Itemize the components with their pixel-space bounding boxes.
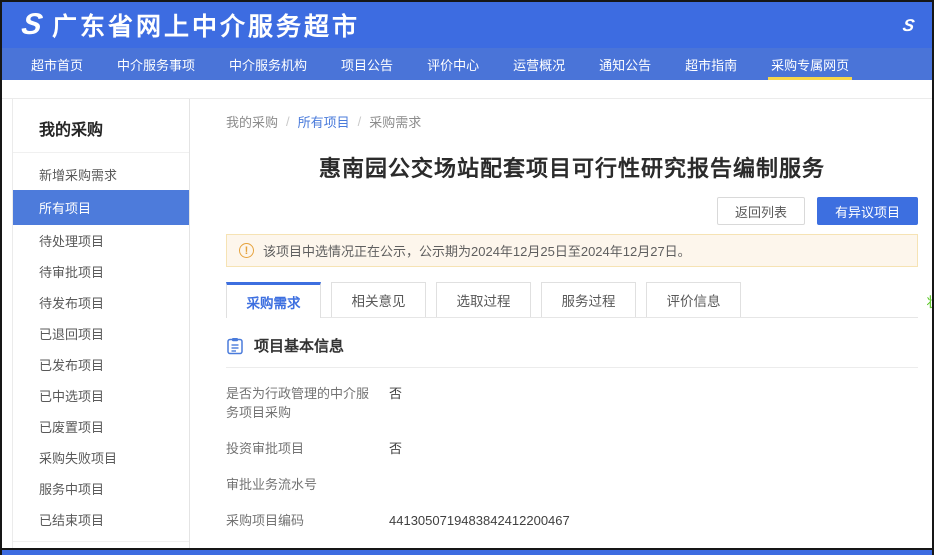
back-to-list-button[interactable]: 返回列表 — [717, 197, 805, 225]
sidebar-section-my-procurement: 我的采购 — [13, 103, 189, 153]
brand[interactable]: S 广东省网上中介服务超市 — [22, 7, 360, 43]
field-value: 否 — [389, 384, 402, 422]
breadcrumb: 我的采购 / 所有项目 / 采购需求 — [226, 112, 918, 131]
sidebar-item-finished[interactable]: 已结束项目 — [13, 504, 189, 535]
nav-item-procurement-page[interactable]: 采购专属网页 — [754, 48, 866, 80]
nav-item-operation-overview[interactable]: 运营概况 — [496, 48, 582, 80]
nav-item-guide[interactable]: 超市指南 — [668, 48, 754, 80]
top-header: S 广东省网上中介服务超市 S — [2, 2, 932, 48]
tab-related-opinions[interactable]: 相关意见 — [331, 282, 426, 317]
section-title: 项目基本信息 — [254, 335, 344, 356]
sidebar-item-pending[interactable]: 待处理项目 — [13, 225, 189, 256]
action-buttons: 返回列表 有异议项目 — [226, 197, 918, 225]
brand-logo-icon-small: S — [901, 17, 913, 34]
tab-bar: 采购需求 相关意见 选取过程 服务过程 评价信息 状 — [226, 282, 918, 318]
main-content: 我的采购 / 所有项目 / 采购需求 惠南园公交场站配套项目可行性研究报告编制服… — [190, 99, 932, 548]
main-nav: 超市首页 中介服务事项 中介服务机构 项目公告 评价中心 运营概况 通知公告 超… — [2, 48, 932, 80]
sidebar-list-procurement: 新增采购需求 所有项目 待处理项目 待审批项目 待发布项目 已退回项目 已发布项… — [13, 153, 189, 541]
field-row-investment-approval: 投资审批项目 否 — [226, 439, 918, 458]
field-label: 是否为行政管理的中介服务项目采购 — [226, 384, 381, 422]
sidebar-item-discarded[interactable]: 已废置项目 — [13, 411, 189, 442]
field-value: 4413050719483842412200467 — [389, 511, 570, 530]
page-title: 惠南园公交场站配套项目可行性研究报告编制服务 — [226, 151, 918, 183]
nav-item-evaluation-center[interactable]: 评价中心 — [410, 48, 496, 80]
field-label: 采购项目编码 — [226, 511, 381, 530]
field-row-project-code: 采购项目编码 4413050719483842412200467 — [226, 511, 918, 530]
nav-item-project-announcements[interactable]: 项目公告 — [324, 48, 410, 80]
body-row: 我的采购 新增采购需求 所有项目 待处理项目 待审批项目 待发布项目 已退回项目… — [2, 98, 932, 548]
tab-service-process[interactable]: 服务过程 — [541, 282, 636, 317]
sidebar: 我的采购 新增采购需求 所有项目 待处理项目 待审批项目 待发布项目 已退回项目… — [12, 99, 190, 548]
basic-info-fields: 是否为行政管理的中介服务项目采购 否 投资审批项目 否 审批业务流水号 采购项目… — [226, 384, 918, 555]
sidebar-item-pending-publish[interactable]: 待发布项目 — [13, 287, 189, 318]
warning-icon: ! — [239, 243, 254, 258]
breadcrumb-separator: / — [286, 114, 290, 129]
site-title: 广东省网上中介服务超市 — [52, 7, 360, 43]
footer-blue-strip — [2, 550, 932, 555]
window-bottom-border — [2, 548, 932, 550]
brand-logo-icon: S — [19, 10, 42, 40]
tab-selection-process[interactable]: 选取过程 — [436, 282, 531, 317]
clipboard-icon — [226, 337, 244, 355]
field-label: 审批业务流水号 — [226, 475, 381, 494]
sidebar-item-returned[interactable]: 已退回项目 — [13, 318, 189, 349]
sidebar-item-selected[interactable]: 已中选项目 — [13, 380, 189, 411]
publicity-notice: ! 该项目中选情况正在公示，公示期为2024年12月25日至2024年12月27… — [226, 234, 918, 267]
breadcrumb-separator: / — [358, 114, 362, 129]
sidebar-item-new-demand[interactable]: 新增采购需求 — [13, 159, 189, 190]
section-header-basic-info: 项目基本信息 — [226, 335, 918, 368]
field-label: 投资审批项目 — [226, 439, 381, 458]
objection-project-button[interactable]: 有异议项目 — [817, 197, 918, 225]
nav-item-service-matters[interactable]: 中介服务事项 — [100, 48, 212, 80]
nav-item-home[interactable]: 超市首页 — [14, 48, 100, 80]
status-label-partial: 状 — [927, 291, 934, 311]
tab-evaluation-info[interactable]: 评价信息 — [646, 282, 741, 317]
nav-item-notices[interactable]: 通知公告 — [582, 48, 668, 80]
field-row-approval-serial: 审批业务流水号 — [226, 475, 918, 494]
sidebar-item-all-projects[interactable]: 所有项目 — [13, 190, 189, 225]
notice-text: 该项目中选情况正在公示，公示期为2024年12月25日至2024年12月27日。 — [263, 241, 691, 260]
sidebar-item-published[interactable]: 已发布项目 — [13, 349, 189, 380]
field-row-admin-service: 是否为行政管理的中介服务项目采购 否 — [226, 384, 918, 422]
app-window: S 广东省网上中介服务超市 S 超市首页 中介服务事项 中介服务机构 项目公告 … — [0, 0, 934, 555]
tab-procurement-demand[interactable]: 采购需求 — [226, 282, 321, 318]
breadcrumb-procurement-demand: 采购需求 — [369, 112, 421, 131]
nav-item-service-agencies[interactable]: 中介服务机构 — [212, 48, 324, 80]
sidebar-item-failed[interactable]: 采购失败项目 — [13, 442, 189, 473]
sidebar-item-in-service[interactable]: 服务中项目 — [13, 473, 189, 504]
sidebar-item-pending-approval[interactable]: 待审批项目 — [13, 256, 189, 287]
field-value: 否 — [389, 439, 402, 458]
breadcrumb-all-projects[interactable]: 所有项目 — [298, 112, 350, 131]
breadcrumb-my-procurement[interactable]: 我的采购 — [226, 112, 278, 131]
